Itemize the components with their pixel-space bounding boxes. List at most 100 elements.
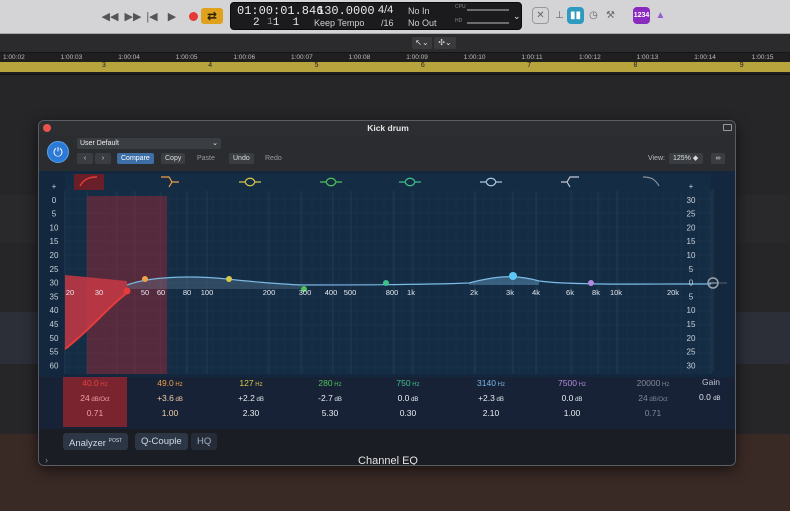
frequency-tick-label: 50 [141, 288, 149, 297]
band-gain-unit: dB [494, 397, 504, 403]
cycle-region[interactable] [0, 62, 790, 72]
band-6-params[interactable]: 3140 Hz +2.3 dB 2.10 [459, 377, 523, 427]
replace-button[interactable]: ✕ [532, 7, 549, 24]
go-to-start-button[interactable]: |◀ [145, 8, 159, 24]
band-gain[interactable]: +2.2 dB [219, 392, 283, 407]
play-button[interactable]: ▶ [165, 8, 179, 24]
band-gain[interactable]: 0.0 dB [540, 392, 604, 407]
band-gain[interactable]: -2.7 dB [298, 392, 362, 407]
band-7-params[interactable]: 7500 Hz 0.0 dB 1.00 [540, 377, 604, 427]
secondary-tool-menu[interactable]: ✣⌄ [434, 37, 456, 49]
tuner-icon: ⊥ [555, 10, 564, 21]
q-couple-button[interactable]: Q-Couple [135, 433, 188, 450]
hq-button[interactable]: HQ [191, 433, 218, 450]
lcd-display[interactable]: 01:00:01.846 1 2 1 1 130.0000 Keep Tempo… [230, 2, 522, 30]
band-q[interactable]: 2.10 [459, 407, 523, 420]
fast-forward-button[interactable]: ▶▶ [124, 8, 142, 24]
lcd-chevron-icon[interactable]: ⌄ [513, 11, 521, 22]
tuner-button[interactable]: ⊥ [551, 7, 568, 24]
division[interactable]: /16 [381, 18, 394, 28]
count-in-button[interactable]: 1234 [633, 7, 650, 24]
band-gain-value: +3.6 [157, 393, 174, 403]
low-cut-icon-bg[interactable] [74, 174, 104, 190]
band-1-node[interactable] [123, 287, 131, 295]
tempo-mode[interactable]: Keep Tempo [314, 18, 364, 28]
band-frequency[interactable]: 40.0 Hz [63, 377, 127, 392]
copy-button[interactable]: Copy [161, 153, 186, 164]
preset-menu[interactable]: User Default ⌄ [77, 138, 221, 149]
band-q[interactable]: 0.71 [621, 407, 685, 420]
time-signature[interactable]: 4/4 [378, 4, 393, 16]
band-q[interactable]: 0.30 [376, 407, 440, 420]
close-icon[interactable] [43, 124, 51, 132]
rewind-button[interactable]: ◀◀ [101, 8, 119, 24]
band-q[interactable]: 1.00 [540, 407, 604, 420]
cycle-button[interactable]: ⇄ [201, 8, 223, 24]
pointer-tool-menu[interactable]: ↖⌄ [412, 37, 432, 49]
frequency-tick-label: 200 [263, 288, 276, 297]
eq-graph-svg[interactable]: +051015202530354045505560 +3025201510505… [39, 171, 736, 377]
band-gain-value: 24 [638, 393, 648, 403]
view-zoom-menu[interactable]: 125% ◆ [669, 153, 703, 164]
redo-button[interactable]: Redo [261, 153, 286, 164]
band-frequency[interactable]: 7500 Hz [540, 377, 604, 392]
gain-value[interactable]: 0.0 dB [699, 392, 721, 402]
chevron-right-icon[interactable]: › [45, 455, 48, 465]
band-5-params[interactable]: 750 Hz 0.0 dB 0.30 [376, 377, 440, 427]
band-gain[interactable]: +3.6 dB [138, 392, 202, 407]
ruler-time-label: 1:00:13 [636, 54, 659, 61]
band-3-params[interactable]: 127 Hz +2.2 dB 2.30 [219, 377, 283, 427]
band-frequency[interactable]: 3140 Hz [459, 377, 523, 392]
band-1-params[interactable]: 40.0 Hz 24 dB/Oct 0.71 [63, 377, 127, 427]
frequency-tick-label: 300 [299, 288, 312, 297]
band-gain[interactable]: +2.3 dB [459, 392, 523, 407]
paste-button[interactable]: Paste [193, 153, 219, 164]
tools-button[interactable]: ⚒ [602, 7, 619, 24]
db-tick-label: 5 [52, 210, 57, 219]
band-gain[interactable]: 0.0 dB [376, 392, 440, 407]
compare-button[interactable]: Compare [117, 153, 154, 164]
band-3-node[interactable] [226, 276, 232, 282]
band-gain[interactable]: 24 dB/Oct [621, 392, 685, 407]
analyzer-button[interactable]: Analyzer POST [63, 433, 129, 450]
band-q[interactable]: 5.30 [298, 407, 362, 420]
band-frequency[interactable]: 280 Hz [298, 377, 362, 392]
undo-button[interactable]: Undo [229, 153, 254, 164]
band-frequency[interactable]: 49.0 Hz [138, 377, 202, 392]
metronome-triangle-button[interactable]: ▲ [652, 7, 669, 24]
previous-preset-button[interactable]: ‹ [77, 153, 93, 164]
band-q[interactable]: 1.00 [138, 407, 202, 420]
band-6-node[interactable] [509, 272, 517, 280]
band-q[interactable]: 2.30 [219, 407, 283, 420]
db-tick-label: 50 [50, 334, 59, 343]
band-gain-unit: dB [173, 397, 183, 403]
db-tick-label: 20 [687, 334, 696, 343]
db-tick-label: 10 [687, 251, 696, 260]
tempo-value[interactable]: 130.0000 [317, 4, 375, 18]
expand-icon[interactable] [723, 124, 732, 131]
band-gain-unit: dB/Oct [89, 397, 110, 403]
band-frequency-unit: Hz [576, 382, 586, 388]
band-gain[interactable]: 24 dB/Oct [63, 392, 127, 407]
band-gain-unit: dB [254, 397, 264, 403]
frequency-tick-label: 100 [201, 288, 214, 297]
band-frequency[interactable]: 127 Hz [219, 377, 283, 392]
band-5-node[interactable] [383, 280, 389, 286]
band-2-node[interactable] [142, 276, 148, 282]
solo-button[interactable]: ▮▮ [567, 7, 584, 24]
metronome-button[interactable]: ◷ [585, 7, 602, 24]
band-frequency[interactable]: 20000 Hz [621, 377, 685, 392]
eq-graph[interactable]: +0 5 10 15 20 25 30 35 40 45 50 55 60 +30 25 20 15 10 5 0 5… [39, 171, 736, 377]
triangle-icon: ▲ [655, 10, 666, 21]
band-8-params[interactable]: 20000 Hz 24 dB/Oct 0.71 [621, 377, 685, 427]
band-q[interactable]: 0.71 [63, 407, 127, 420]
band-frequency[interactable]: 750 Hz [376, 377, 440, 392]
band-4-params[interactable]: 280 Hz -2.7 dB 5.30 [298, 377, 362, 427]
band-7-node[interactable] [588, 280, 594, 286]
link-button[interactable]: ∞ [711, 153, 725, 164]
band-2-params[interactable]: 49.0 Hz +3.6 dB 1.00 [138, 377, 202, 427]
bypass-button[interactable]: ⏻ [47, 141, 69, 163]
next-preset-button[interactable]: › [95, 153, 111, 164]
track-lane[interactable] [0, 75, 790, 120]
record-button[interactable] [186, 8, 200, 24]
